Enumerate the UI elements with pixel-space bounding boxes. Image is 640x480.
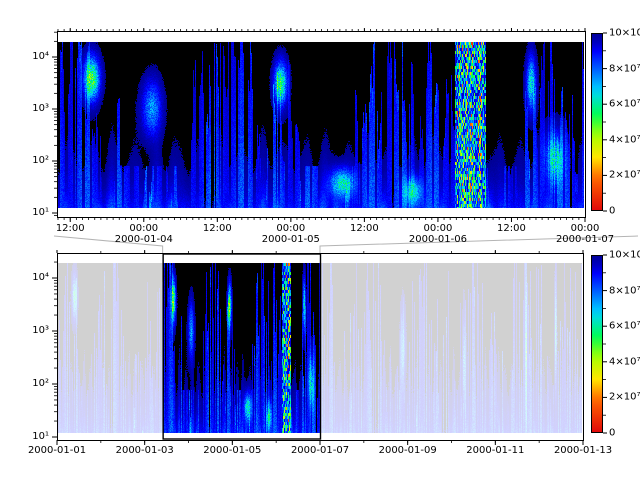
x-tick-date-label: 2000-01-07 bbox=[291, 445, 349, 456]
overview-colorbar bbox=[591, 255, 603, 433]
x-tick-date-label: 2000-01-07 bbox=[556, 234, 614, 245]
colorbar-tick-label: 2×10⁷ bbox=[609, 392, 640, 403]
x-tick-date-label: 2000-01-09 bbox=[379, 445, 437, 456]
y-tick-label: 10¹ bbox=[32, 207, 49, 218]
detail-heatmap-canvas[interactable] bbox=[58, 42, 584, 208]
colorbar-tick-label: 0 bbox=[609, 206, 615, 217]
colorbar-tick-label: 0 bbox=[609, 428, 615, 439]
colorbar-tick-label: 6×10⁷ bbox=[609, 321, 640, 332]
detail-colorbar bbox=[591, 33, 603, 211]
x-tick-date-label: 2000-01-01 bbox=[28, 445, 86, 456]
y-tick-label: 10³ bbox=[32, 325, 49, 336]
x-tick-date-label: 2000-01-13 bbox=[554, 445, 612, 456]
y-tick-label: 10² bbox=[32, 155, 49, 166]
x-tick-time-label: 12:00 bbox=[203, 223, 232, 234]
figure: 12:0000:002000-01-0412:0000:002000-01-05… bbox=[0, 0, 640, 480]
x-tick-time-label: 00:00 bbox=[276, 223, 305, 234]
y-tick-label: 10⁴ bbox=[32, 272, 49, 283]
colorbar-tick-label: 8×10⁷ bbox=[609, 285, 640, 296]
x-tick-date-label: 2000-01-05 bbox=[203, 445, 261, 456]
colorbar-tick-label: 10×10⁷ bbox=[609, 250, 640, 261]
colorbar-tick-label: 6×10⁷ bbox=[609, 99, 640, 110]
x-tick-date-label: 2000-01-03 bbox=[116, 445, 174, 456]
x-tick-time-label: 12:00 bbox=[497, 223, 526, 234]
x-tick-date-label: 2000-01-06 bbox=[409, 234, 467, 245]
x-tick-date-label: 2000-01-11 bbox=[466, 445, 524, 456]
colorbar-tick-label: 2×10⁷ bbox=[609, 170, 640, 181]
colorbar-tick-label: 4×10⁷ bbox=[609, 134, 640, 145]
y-tick-label: 10¹ bbox=[32, 431, 49, 442]
x-tick-time-label: 00:00 bbox=[129, 223, 158, 234]
y-tick-label: 10³ bbox=[32, 103, 49, 114]
x-tick-time-label: 00:00 bbox=[424, 223, 453, 234]
y-tick-label: 10⁴ bbox=[32, 51, 49, 62]
colorbar-tick-label: 4×10⁷ bbox=[609, 356, 640, 367]
y-tick-label: 10² bbox=[32, 378, 49, 389]
colorbar-tick-label: 10×10⁷ bbox=[609, 28, 640, 39]
x-tick-time-label: 12:00 bbox=[350, 223, 379, 234]
x-tick-date-label: 2000-01-04 bbox=[115, 234, 173, 245]
x-tick-date-label: 2000-01-05 bbox=[262, 234, 320, 245]
x-tick-time-label: 00:00 bbox=[571, 223, 600, 234]
colorbar-tick-label: 8×10⁷ bbox=[609, 63, 640, 74]
x-tick-time-label: 12:00 bbox=[56, 223, 85, 234]
